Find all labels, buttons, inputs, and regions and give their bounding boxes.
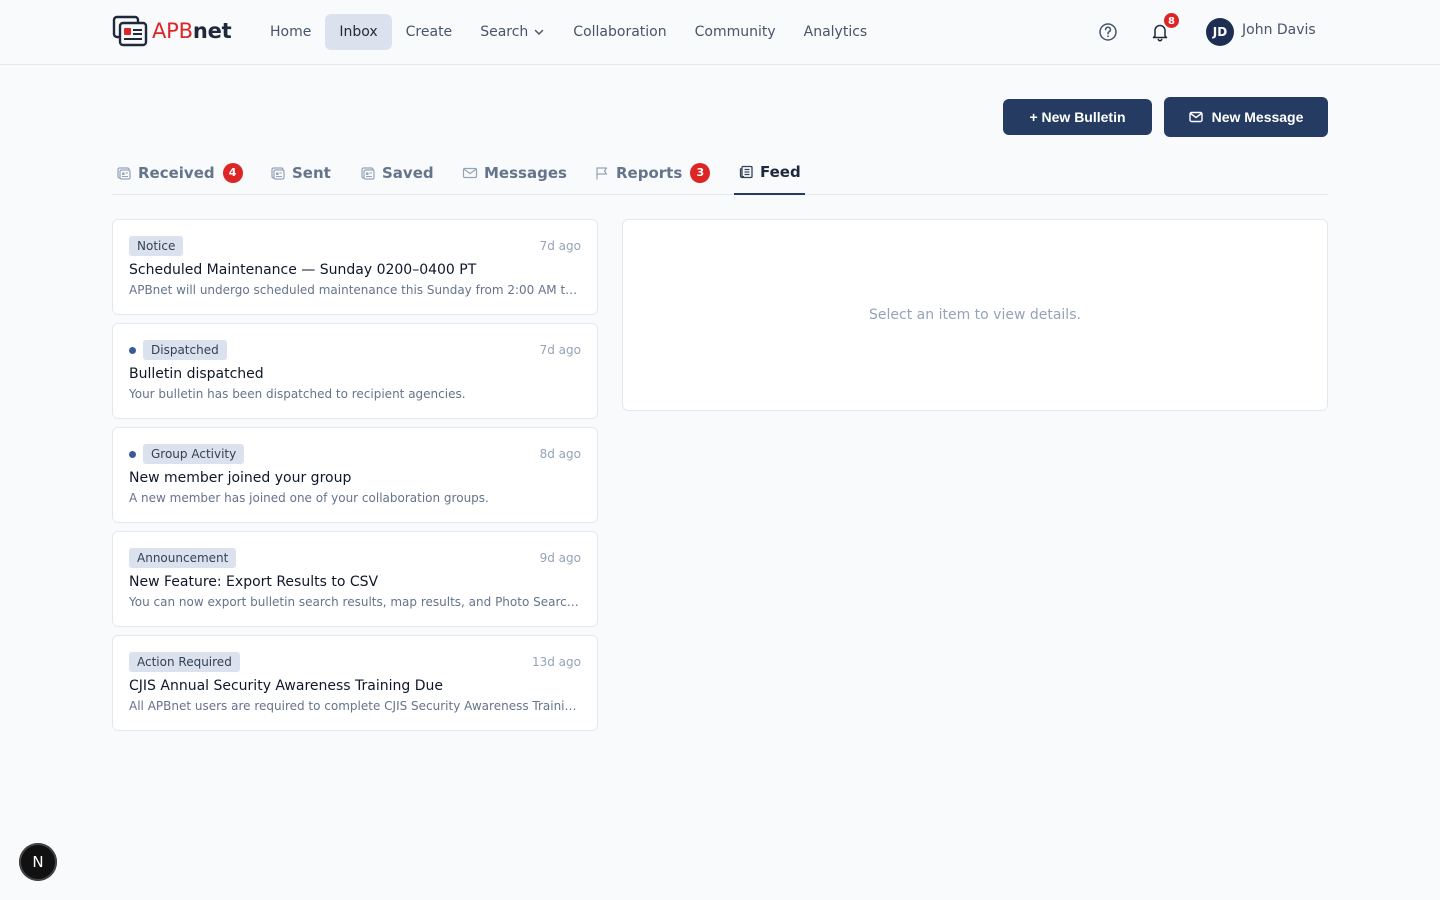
flag-icon [596,166,608,179]
feed-item[interactable]: Notice 7d ago Scheduled Maintenance — Su… [112,219,598,315]
new-bulletin-button[interactable]: + New Bulletin [1003,99,1152,135]
feed-item[interactable]: Dispatched 7d ago Bulletin dispatched Yo… [112,323,598,419]
feed-timestamp: 8d ago [539,447,581,461]
feed-description: All APBnet users are required to complet… [129,699,579,713]
tab-messages[interactable]: Messages [462,150,567,195]
top-navigation-bar: APBnet Home Inbox Create Search Collabor… [0,0,1440,65]
mail-icon [462,167,478,178]
inbox-icon [117,166,131,180]
saved-icon [361,166,375,180]
tab-feed[interactable]: Feed [734,150,805,195]
apbnet-logo-icon [112,15,148,47]
tab-received[interactable]: Received 4 [116,150,243,195]
nav-create[interactable]: Create [392,14,467,50]
brand-name-part1: APB [152,19,193,43]
feed-item-badge-row: Dispatched [129,340,227,360]
new-message-button[interactable]: New Message [1164,97,1328,137]
tab-received-label: Received [138,163,215,182]
feed-timestamp: 7d ago [539,343,581,357]
brand-name: APBnet [152,19,232,43]
notification-count-badge: 8 [1163,12,1180,29]
sent-icon [271,166,285,180]
tab-sent[interactable]: Sent [270,150,331,195]
feed-item-badge-row: Action Required [129,652,240,672]
nav-inbox[interactable]: Inbox [325,14,392,50]
feed-type-badge: Group Activity [143,444,245,464]
brand-logo[interactable]: APBnet [112,15,232,47]
feed-type-badge: Notice [129,236,184,256]
tab-saved-label: Saved [382,163,434,182]
detail-placeholder: Select an item to view details. [869,307,1081,323]
help-icon[interactable] [1098,22,1118,42]
chevron-down-icon [535,29,544,35]
tab-feed-label: Feed [760,162,801,181]
feed-title: New Feature: Export Results to CSV [129,574,379,590]
main-nav: Home Inbox Create Search Collaboration C… [256,14,881,50]
feed-timestamp: 9d ago [539,551,581,565]
feed-description: Your bulletin has been dispatched to rec… [129,387,466,401]
feed-description: APBnet will undergo scheduled maintenanc… [129,283,579,297]
tab-reports-badge: 3 [690,162,711,183]
feed-title: Scheduled Maintenance — Sunday 0200–0400… [129,262,477,278]
user-avatar[interactable]: JD [1206,18,1234,46]
brand-name-part2: net [192,19,232,43]
feed-type-badge: Dispatched [143,340,227,360]
newspaper-icon [739,165,753,178]
unread-dot-icon [129,346,136,354]
user-name[interactable]: John Davis [1242,22,1316,38]
feed-type-badge: Announcement [129,548,237,568]
feed-type-badge: Action Required [129,652,240,672]
nav-community[interactable]: Community [681,14,790,50]
floating-n-button[interactable]: N [19,843,57,881]
feed-item-badge-row: Announcement [129,548,237,568]
nav-collaboration[interactable]: Collaboration [559,14,680,50]
tab-reports[interactable]: Reports 3 [594,150,711,195]
feed-description: A new member has joined one of your coll… [129,491,489,505]
tab-received-badge: 4 [222,162,243,183]
tab-reports-label: Reports [616,163,683,182]
feed-title: CJIS Annual Security Awareness Training … [129,678,444,694]
tab-saved[interactable]: Saved [360,150,434,195]
nav-home[interactable]: Home [256,14,325,50]
nav-search[interactable]: Search [466,14,559,50]
mail-icon [1188,111,1203,123]
tab-messages-label: Messages [484,163,567,182]
tab-sent-label: Sent [292,163,331,182]
feed-item[interactable]: Group Activity 8d ago New member joined … [112,427,598,523]
feed-description: You can now export bulletin search resul… [129,595,579,609]
new-message-label: New Message [1211,109,1304,125]
feed-item-badge-row: Group Activity [129,444,245,464]
inbox-tabs: Received 4 Sent Saved Messages Reports 3… [112,150,1328,195]
nav-analytics[interactable]: Analytics [790,14,882,50]
nav-search-label: Search [480,24,529,40]
feed-title: Bulletin dispatched [129,366,264,382]
feed-timestamp: 7d ago [539,239,581,253]
feed-item[interactable]: Announcement 9d ago New Feature: Export … [112,531,598,627]
feed-item[interactable]: Action Required 13d ago CJIS Annual Secu… [112,635,598,731]
feed-timestamp: 13d ago [531,655,581,669]
new-bulletin-label: + New Bulletin [1029,109,1126,125]
unread-dot-icon [129,450,136,458]
detail-panel: Select an item to view details. [622,219,1328,411]
feed-title: New member joined your group [129,470,352,486]
feed-item-badge-row: Notice [129,236,184,256]
